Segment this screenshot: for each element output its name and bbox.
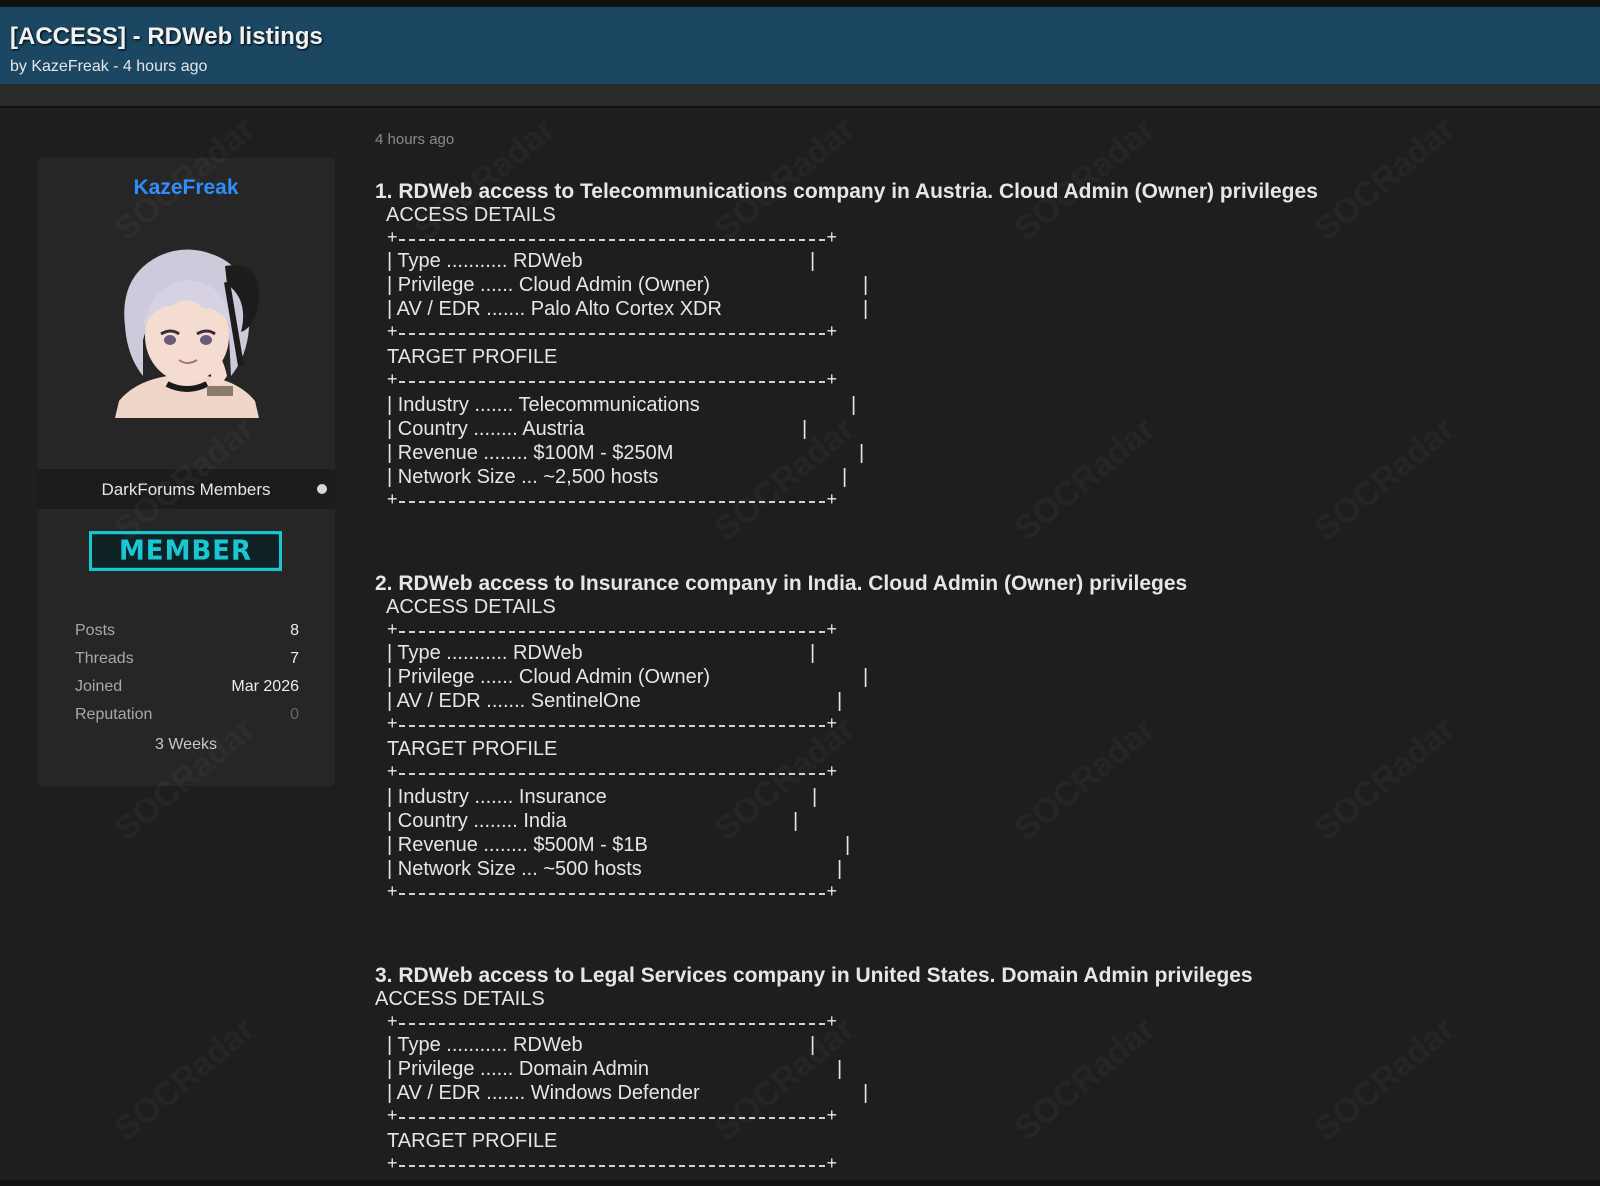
ascii-border: + + [387,227,837,247]
watermark-text: SOCRadar [1007,710,1162,849]
ascii-border: + + [387,1153,837,1173]
access-detail-line: | Privilege ...... Cloud Admin (Owner) [387,666,711,688]
stat-joined: Joined Mar 2026 [75,674,299,702]
watermark-text: SOCRadar [107,1010,262,1149]
listing-heading: 2. RDWeb access to Insurance company in … [375,572,1188,595]
access-detail-line: | AV / EDR ....... SentinelOne [387,690,641,712]
watermark-text: SOCRadar [707,410,862,549]
listing-heading: 3. RDWeb access to Legal Services compan… [375,964,1253,987]
access-detail-line: | AV / EDR ....... Palo Alto Cortex XDR [387,298,722,320]
stat-reputation: Reputation 0 [75,702,299,730]
top-strip [0,0,1600,7]
usergroup-bar: DarkForums Members [37,469,335,509]
access-detail-line: | Type ........... RDWeb [387,642,583,664]
ascii-pipe: | [812,786,818,808]
ascii-pipe: | [863,298,869,320]
watermark-text: SOCRadar [1307,710,1462,849]
access-detail-line: | Privilege ...... Cloud Admin (Owner) [387,274,711,296]
post-time: 4 hours ago [375,131,455,148]
target-profile-line: | Revenue ........ $500M - $1B [387,834,648,856]
target-profile-label: TARGET PROFILE [387,346,558,368]
stat-label: Reputation [75,706,153,723]
access-detail-line: | Privilege ...... Domain Admin [387,1058,649,1080]
stat-label: Joined [75,678,123,695]
ascii-pipe: | [863,666,869,688]
listing-heading: 1. RDWeb access to Telecommunications co… [375,180,1318,203]
ascii-pipe: | [793,810,799,832]
stat-threads: Threads 7 [75,646,299,674]
stat-label: Posts [75,622,116,639]
target-profile-line: | Network Size ... ~500 hosts [387,858,642,880]
thread-title: [ACCESS] - RDWeb listings [10,23,323,50]
ascii-border: + + [387,881,837,901]
usergroup-label: DarkForums Members [101,480,271,499]
access-details-label: ACCESS DETAILS [386,596,556,618]
ascii-pipe: | [863,274,869,296]
ascii-border: + + [387,713,837,733]
watermark-text: SOCRadar [1007,1010,1162,1149]
stat-value[interactable]: 0 [290,706,299,724]
ascii-pipe: | [810,1034,816,1056]
access-detail-line: | Type ........... RDWeb [387,1034,583,1056]
thread-header: [ACCESS] - RDWeb listings by KazeFreak -… [0,7,1600,84]
ascii-pipe: | [837,1058,843,1080]
ascii-pipe: | [845,834,851,856]
access-details-label: ACCESS DETAILS [386,204,556,226]
ascii-border: + + [387,489,837,509]
ascii-pipe: | [859,442,865,464]
watermark-text: SOCRadar [1007,410,1162,549]
thread-subbar [0,84,1600,108]
ascii-pipe: | [837,858,843,880]
access-detail-line: | Type ........... RDWeb [387,250,583,272]
target-profile-line: | Country ........ India [387,810,567,832]
author-username[interactable]: KazeFreak [37,176,335,200]
access-details-label: ACCESS DETAILS [375,988,545,1010]
target-profile-line: | Network Size ... ~2,500 hosts [387,466,659,488]
ascii-pipe: | [810,642,816,664]
stat-value[interactable]: 8 [290,622,299,640]
ascii-border: + + [387,1105,837,1125]
thread-byline: by KazeFreak - 4 hours ago [10,58,208,75]
ascii-pipe: | [851,394,857,416]
ascii-border: + + [387,619,837,639]
watermark-text: SOCRadar [1307,110,1462,249]
ascii-pipe: | [837,690,843,712]
ascii-border: + + [387,1011,837,1031]
author-card: KazeFreak DarkForums Members MEMBER Post… [37,158,335,786]
ascii-pipe: | [810,250,816,272]
stat-value[interactable]: 7 [290,650,299,668]
author-avatar[interactable] [109,236,265,418]
bottom-strip [0,1180,1600,1186]
member-badge: MEMBER [89,531,282,571]
stat-label: Threads [75,650,134,667]
stat-value: Mar 2026 [231,678,299,695]
watermark-text: SOCRadar [1307,410,1462,549]
ascii-pipe: | [842,466,848,488]
access-detail-line: | AV / EDR ....... Windows Defender [387,1082,700,1104]
online-status-icon [317,484,327,494]
stat-posts: Posts 8 [75,618,299,646]
target-profile-line: | Industry ....... Insurance [387,786,607,808]
membership-duration: 3 Weeks [155,736,217,753]
target-profile-label: TARGET PROFILE [387,738,558,760]
target-profile-line: | Country ........ Austria [387,418,585,440]
author-stats: Posts 8 Threads 7 Joined Mar 2026 Reputa… [75,618,299,730]
target-profile-label: TARGET PROFILE [387,1130,558,1152]
ascii-border: + + [387,321,837,341]
ascii-pipe: | [863,1082,869,1104]
watermark-text: SOCRadar [1307,1010,1462,1149]
ascii-border: + + [387,761,837,781]
target-profile-line: | Industry ....... Telecommunications [387,394,700,416]
ascii-border: + + [387,369,837,389]
target-profile-line: | Revenue ........ $100M - $250M [387,442,674,464]
ascii-pipe: | [802,418,808,440]
